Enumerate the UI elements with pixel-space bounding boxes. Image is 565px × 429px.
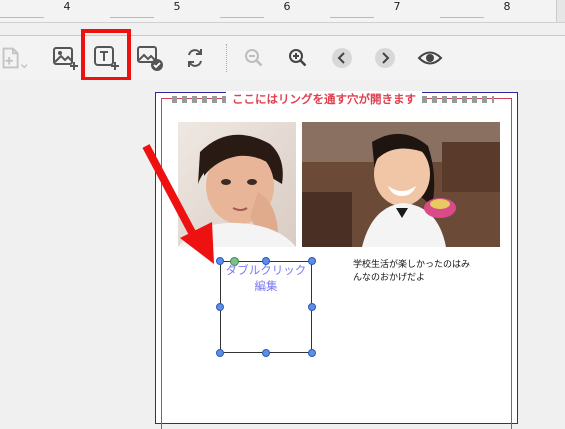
photo-girl-image	[302, 122, 500, 247]
zoom-in-button[interactable]	[282, 42, 314, 74]
resize-handle-bottom-right[interactable]	[308, 349, 316, 357]
resize-handle-top-right[interactable]	[308, 257, 316, 265]
textbox-label: ダブルクリック編集	[225, 263, 307, 293]
ruler-number: 5	[173, 0, 181, 13]
toolbar-separator	[226, 44, 227, 72]
resize-handle-left[interactable]	[216, 303, 224, 311]
ruler: 4 5 6 7 8	[0, 0, 565, 23]
edit-image-icon	[137, 46, 163, 71]
red-arrow-annotation	[142, 144, 214, 264]
ruler-scrollbar[interactable]	[556, 0, 565, 22]
add-text-highlight-frame	[81, 29, 131, 81]
ruler-tick	[440, 13, 484, 18]
next-page-button[interactable]	[369, 42, 401, 74]
zoom-out-icon	[245, 49, 263, 67]
ruler-tick	[110, 13, 154, 18]
preview-button[interactable]	[414, 42, 446, 74]
zoom-out-button[interactable]	[238, 42, 270, 74]
ring-hole-notice: ここにはリングを通す穴が開きます	[226, 91, 422, 107]
add-page-button[interactable]	[0, 42, 28, 74]
rotate-handle[interactable]	[230, 257, 239, 266]
photo-caption-text[interactable]: 学校生活が楽しかったのはみんなのおかげだよ	[353, 259, 478, 285]
resize-handle-right[interactable]	[308, 303, 316, 311]
zoom-in-icon	[289, 49, 307, 67]
swap-button[interactable]	[179, 42, 211, 74]
add-page-icon	[2, 47, 28, 69]
resize-handle-bottom[interactable]	[262, 349, 270, 357]
photo-girl[interactable]	[302, 122, 500, 247]
previous-page-icon	[332, 48, 352, 68]
add-image-button[interactable]	[49, 42, 81, 74]
add-image-icon	[53, 47, 78, 70]
previous-page-button[interactable]	[326, 42, 358, 74]
text-box-placeholder[interactable]: ダブルクリック編集	[220, 261, 312, 353]
ruler-number: 4	[63, 0, 71, 13]
ruler-number: 8	[503, 0, 511, 13]
ruler-number: 6	[283, 0, 291, 13]
next-page-icon	[375, 48, 395, 68]
ruler-tick	[220, 13, 264, 18]
swap-icon	[188, 49, 202, 67]
preview-eye-icon	[417, 51, 443, 65]
resize-handle-top[interactable]	[262, 257, 270, 265]
ruler-tick	[330, 13, 374, 18]
ruler-tick	[0, 13, 44, 18]
ruler-number: 7	[393, 0, 401, 13]
resize-handle-bottom-left[interactable]	[216, 349, 224, 357]
edit-image-button[interactable]	[134, 42, 166, 74]
